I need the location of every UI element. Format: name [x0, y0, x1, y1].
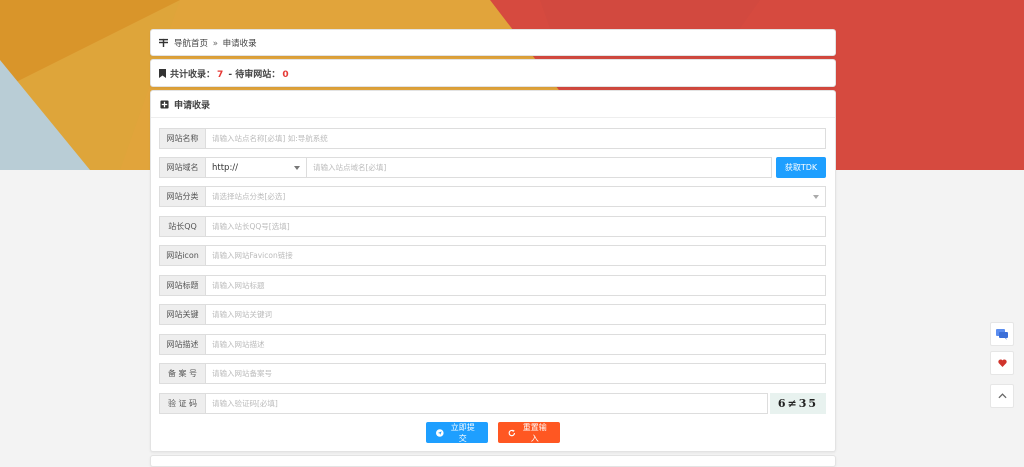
next-card-edge: [150, 455, 836, 467]
icp-number-label: 备 案 号: [159, 363, 205, 384]
field-owner-qq: 站长QQ: [159, 216, 826, 237]
breadcrumb-bar: 导航首页 » 申请收录: [150, 29, 836, 56]
site-title-input[interactable]: [205, 275, 826, 296]
stats-bar: 共计收录： 7 - 待审网站： 0: [150, 59, 836, 87]
chevron-down-icon: [813, 194, 819, 199]
stats-text: 共计收录： 7 - 待审网站： 0: [170, 67, 291, 80]
captcha-label: 验 证 码: [159, 393, 205, 414]
site-category-label: 网站分类: [159, 186, 205, 207]
bookmark-icon: [159, 68, 166, 78]
stats-dash: -: [225, 69, 236, 80]
breadcrumb: 导航首页 » 申请收录: [174, 37, 257, 49]
site-category-select[interactable]: 请选择站点分类[必选]: [205, 186, 826, 207]
submit-site-form: 申请收录 网站名称 网站域名 http:// 获取TDK 网站分类 请选择站点分…: [150, 90, 836, 452]
field-site-description: 网站描述: [159, 334, 826, 355]
captcha-image[interactable]: 6≠35: [770, 393, 826, 414]
send-icon: [436, 428, 444, 437]
back-to-top-button[interactable]: [990, 384, 1014, 408]
site-name-input[interactable]: [205, 128, 826, 149]
chevron-up-icon: [997, 393, 1007, 399]
site-domain-input[interactable]: [307, 157, 772, 178]
submit-label: 立即提交: [450, 422, 475, 443]
refresh-icon: [508, 429, 516, 436]
chat-icon: [996, 328, 1008, 340]
site-icon-label: 网站icon: [159, 245, 205, 266]
field-site-title: 网站标题: [159, 275, 826, 296]
favorite-button[interactable]: [990, 351, 1014, 375]
field-site-keywords: 网站关键: [159, 304, 826, 325]
fetch-tdk-button[interactable]: 获取TDK: [776, 157, 826, 178]
submit-button[interactable]: 立即提交: [426, 422, 488, 443]
field-site-name: 网站名称: [159, 128, 826, 149]
plus-square-icon: [160, 99, 169, 109]
site-keywords-input[interactable]: [205, 304, 826, 325]
breadcrumb-separator: »: [212, 38, 218, 49]
total-label: 共计收录：: [170, 69, 216, 80]
site-description-input[interactable]: [205, 334, 826, 355]
site-icon-input[interactable]: [205, 245, 826, 266]
site-title-label: 网站标题: [159, 275, 205, 296]
heart-icon: [997, 359, 1007, 367]
captcha-input[interactable]: [205, 393, 768, 414]
breadcrumb-current: 申请收录: [222, 38, 257, 49]
chevron-down-icon: [294, 165, 300, 170]
site-name-label: 网站名称: [159, 128, 205, 149]
field-site-icon: 网站icon: [159, 245, 826, 266]
reset-button[interactable]: 重置输入: [498, 422, 560, 443]
breadcrumb-home-link[interactable]: 导航首页: [174, 39, 208, 49]
field-site-domain: 网站域名 http:// 获取TDK: [159, 157, 826, 178]
site-keywords-label: 网站关键: [159, 304, 205, 325]
owner-qq-label: 站长QQ: [159, 216, 205, 237]
reset-label: 重置输入: [522, 422, 547, 443]
field-icp-number: 备 案 号: [159, 363, 826, 384]
pending-label: 待审网站：: [235, 69, 281, 80]
protocol-value: http://: [212, 162, 239, 173]
form-actions: 立即提交 重置输入: [151, 422, 835, 443]
form-header: 申请收录: [151, 91, 835, 118]
pending-count: 0: [282, 69, 289, 80]
menu-icon: [159, 38, 168, 47]
site-category-placeholder: 请选择站点分类[必选]: [212, 192, 286, 201]
chat-button[interactable]: [990, 322, 1014, 346]
total-count: 7: [217, 69, 224, 80]
form-title: 申请收录: [174, 100, 211, 111]
icp-number-input[interactable]: [205, 363, 826, 384]
field-captcha: 验 证 码 6≠35: [159, 393, 826, 414]
field-site-category: 网站分类 请选择站点分类[必选]: [159, 186, 826, 207]
site-domain-label: 网站域名: [159, 157, 205, 178]
owner-qq-input[interactable]: [205, 216, 826, 237]
site-description-label: 网站描述: [159, 334, 205, 355]
protocol-select[interactable]: http://: [205, 157, 307, 178]
